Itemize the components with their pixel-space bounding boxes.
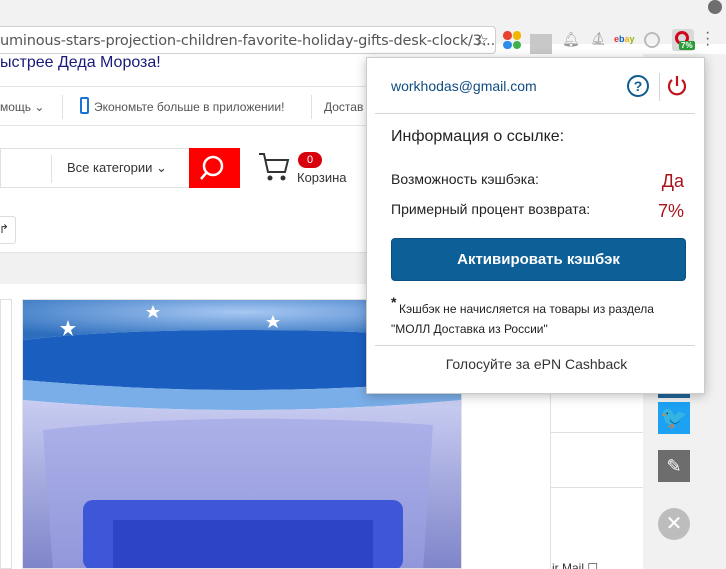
search-icon [200,155,224,180]
extension-gray-icon[interactable] [530,34,552,54]
air-mail-option[interactable]: ir Mail ☐ [552,561,598,569]
edit-button[interactable]: ✎ [658,450,690,482]
twitter-share-button[interactable]: 🐦 [658,402,690,434]
header-separator [375,113,695,114]
extension-bell-icon[interactable]: 🔔︎ [562,31,580,49]
power-icon[interactable] [665,74,689,98]
nav-divider [311,95,312,119]
address-bar[interactable]: uminous-stars-projection-children-favori… [0,26,496,54]
cart-count-badge: 0 [298,152,322,168]
extension-circle-icon[interactable] [644,32,660,48]
extension-ship-icon[interactable]: ⛵︎ [590,31,608,49]
epn-badge: 7% [679,41,695,50]
close-sidebar-button[interactable]: ✕ [658,508,690,540]
cashback-availability-value: Да [661,171,684,191]
bookmark-star-icon[interactable]: ☆ [474,31,489,51]
phone-icon [80,97,89,114]
activate-cashback-button[interactable]: Активировать кэшбэк [391,238,686,281]
thumbnail-panel [0,299,12,569]
header-divider [659,73,660,101]
delivery-link[interactable]: Достав [324,100,363,114]
link-info-heading: Информация о ссылке: [391,128,565,145]
search-bar: Все категории ⌄ [0,148,240,188]
search-button[interactable] [189,148,240,188]
app-promo-link[interactable]: Экономьте больше в приложении! [94,100,284,114]
cart-link[interactable]: Корзина [297,170,347,185]
browser-menu-icon[interactable]: · · · [705,25,710,53]
extension-colors-icon[interactable] [503,31,521,49]
nav-divider [62,95,63,119]
cart-icon[interactable] [258,152,290,182]
vote-link[interactable]: Голосуйте за ePN Cashback [367,356,706,372]
categories-dropdown[interactable]: Все категории ⌄ [67,160,167,176]
cashback-availability-label: Возможность кэшбэка: [391,171,539,187]
cashback-rate-label: Примерный процент возврата: [391,201,591,217]
cashback-note: Кэшбэк не начисляется на товары из разде… [391,302,654,336]
extension-epn-cashback-icon[interactable]: 7% [672,29,695,51]
help-menu[interactable]: мощь ⌄ [0,100,44,114]
profile-icon[interactable] [708,0,722,14]
promo-banner[interactable]: ыстрее Деда Мороза! [0,54,161,72]
help-icon[interactable]: ? [627,75,649,97]
extension-ebay-icon[interactable]: ebay [614,34,635,52]
share-button[interactable]: ↱ [0,216,16,244]
epn-cashback-popup: workhodas@gmail.com ? Информация о ссылк… [366,57,705,394]
url-text[interactable]: uminous-stars-projection-children-favori… [0,33,495,49]
footer-separator [375,345,695,346]
column-divider [551,432,644,433]
cashback-rate-value: 7% [657,201,684,221]
column-divider [551,487,644,488]
account-email: workhodas@gmail.com [391,78,537,94]
search-divider [51,155,52,183]
